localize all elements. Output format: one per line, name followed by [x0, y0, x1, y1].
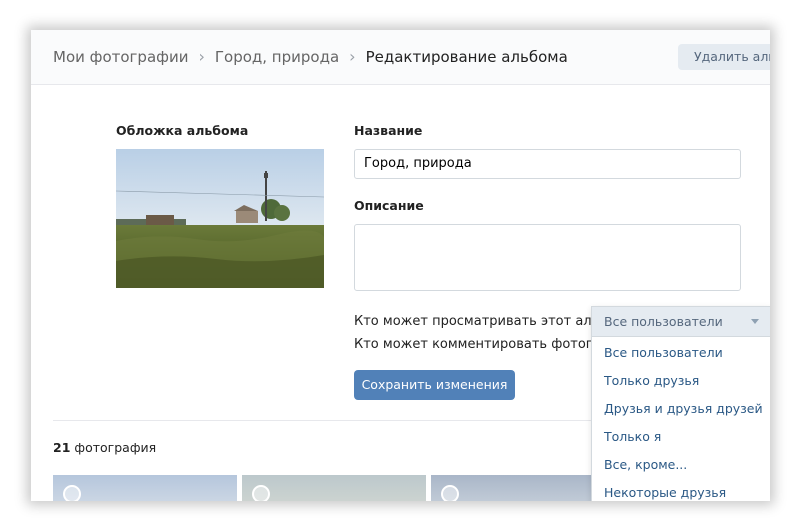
privacy-dropdown-selected[interactable]: Все пользователи — [592, 307, 770, 337]
privacy-option[interactable]: Только друзья — [592, 367, 770, 395]
edit-album-panel: Мои фотографии › Город, природа › Редакт… — [31, 30, 770, 501]
cover-photo — [116, 149, 324, 288]
photo-thumbnail[interactable] — [431, 475, 615, 501]
privacy-dropdown[interactable]: Все пользователи Все пользователи Только… — [591, 306, 770, 501]
privacy-option[interactable]: Все, кроме... — [592, 451, 770, 479]
description-label: Описание — [354, 198, 424, 213]
select-circle-icon[interactable] — [63, 485, 81, 501]
photos-count: 21 фотография — [53, 440, 156, 455]
chevron-right-icon: › — [198, 47, 205, 66]
breadcrumb-album[interactable]: Город, природа — [215, 48, 339, 66]
save-changes-button[interactable]: Сохранить изменения — [354, 370, 515, 400]
breadcrumb-my-photos[interactable]: Мои фотографии — [53, 48, 188, 66]
cover-label: Обложка альбома — [116, 123, 249, 138]
photos-count-label: фотография — [74, 440, 157, 455]
privacy-selected-value: Все пользователи — [604, 314, 723, 329]
delete-album-button[interactable]: Удалить альбом — [678, 44, 770, 70]
album-cover-image[interactable] — [116, 149, 324, 288]
photo-thumbnail[interactable] — [53, 475, 237, 501]
chevron-down-icon — [751, 319, 759, 324]
photo-thumbnail[interactable] — [242, 475, 426, 501]
page-title: Редактирование альбома — [365, 47, 568, 66]
page-header: Мои фотографии › Город, природа › Редакт… — [31, 30, 770, 85]
name-label: Название — [354, 123, 423, 138]
privacy-option[interactable]: Некоторые друзья — [592, 479, 770, 501]
privacy-option[interactable]: Друзья и друзья друзей — [592, 395, 770, 423]
select-circle-icon[interactable] — [441, 485, 459, 501]
privacy-option[interactable]: Только я — [592, 423, 770, 451]
privacy-option[interactable]: Все пользователи — [592, 339, 770, 367]
chevron-right-icon: › — [349, 47, 356, 66]
select-circle-icon[interactable] — [252, 485, 270, 501]
album-name-input[interactable]: Город, природа — [354, 149, 741, 179]
album-description-input[interactable] — [354, 224, 741, 291]
breadcrumb: Мои фотографии › Город, природа › Редакт… — [53, 47, 568, 66]
photos-count-number: 21 — [53, 440, 71, 455]
